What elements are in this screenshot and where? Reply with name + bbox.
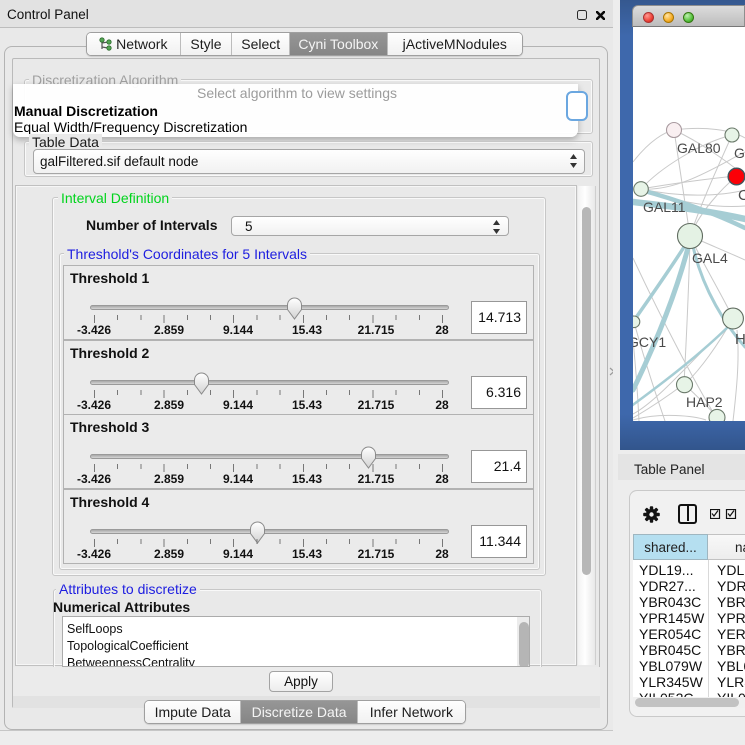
svg-text:HAP2: HAP2 — [686, 394, 723, 410]
svg-text:H: H — [735, 331, 745, 348]
svg-text:GAL11: GAL11 — [643, 199, 686, 215]
svg-text:C: C — [738, 187, 745, 204]
svg-text:GAL4: GAL4 — [692, 250, 728, 266]
svg-text:G: G — [734, 145, 745, 161]
svg-text:GAL80: GAL80 — [677, 140, 721, 156]
svg-text:GCY1: GCY1 — [633, 334, 666, 350]
